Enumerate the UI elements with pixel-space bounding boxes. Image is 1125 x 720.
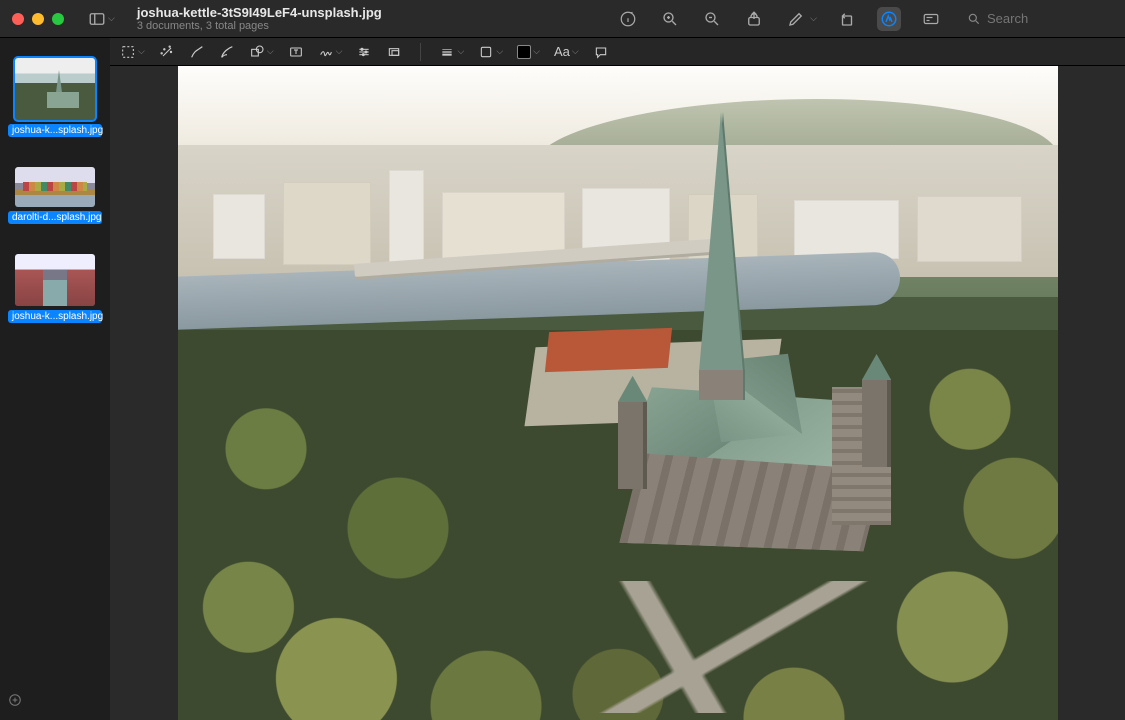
share-button[interactable] [742, 7, 766, 31]
chevron-down-icon: ⌵ [496, 46, 503, 57]
title-block: joshua-kettle-3tS9I49LeF4-unsplash.jpg 3… [137, 5, 382, 32]
thumbnail-label: joshua-k...splash.jpg [8, 124, 102, 137]
pencil-icon [189, 44, 205, 60]
zoom-out-icon [703, 10, 721, 28]
share-icon [745, 10, 763, 28]
info-icon [619, 10, 637, 28]
text-button[interactable] [288, 42, 304, 62]
sidebar-icon [88, 10, 106, 28]
search-icon [967, 12, 981, 26]
shapes-button[interactable]: ⌵ [249, 42, 274, 62]
search-field[interactable] [961, 9, 1113, 28]
border-icon [478, 44, 494, 60]
adjust-size-button[interactable] [386, 42, 402, 62]
content-area [0, 66, 1125, 720]
minimize-window-button[interactable] [32, 13, 44, 25]
shapes-icon [249, 44, 265, 60]
markup-toolbar: ⌵ ⌵ ⌵ ⌵ ⌵ ⌵ Aa ⌵ [110, 38, 1125, 66]
form-icon [922, 10, 940, 28]
add-page-button[interactable] [8, 693, 22, 712]
selection-tool-button[interactable]: ⌵ [120, 42, 145, 62]
chevron-down-icon: ⌵ [336, 46, 343, 57]
chevron-down-icon: ⌵ [138, 46, 145, 57]
resize-icon [386, 44, 402, 60]
chevron-down-icon[interactable]: ⌵ [810, 13, 817, 24]
text-icon [288, 44, 304, 60]
fill-color-button[interactable]: ⌵ [517, 42, 540, 62]
search-input[interactable] [987, 11, 1107, 26]
markup-button[interactable] [877, 7, 901, 31]
info-button[interactable] [616, 7, 640, 31]
sidebar-toggle-button[interactable]: ⌵ [84, 6, 119, 32]
rotate-icon [838, 10, 856, 28]
thumbnail-label: darolti-d...splash.jpg [8, 211, 102, 224]
titlebar: ⌵ joshua-kettle-3tS9I49LeF4-unsplash.jpg… [0, 0, 1125, 38]
thumbnail-label: joshua-k...splash.jpg [8, 310, 102, 323]
zoom-in-icon [661, 10, 679, 28]
instant-alpha-button[interactable] [159, 42, 175, 62]
text-style-label: Aa [554, 44, 570, 59]
chevron-down-icon: ⌵ [533, 46, 540, 57]
signature-icon [318, 44, 334, 60]
document-title: joshua-kettle-3tS9I49LeF4-unsplash.jpg [137, 5, 382, 20]
sketch-button[interactable] [189, 42, 205, 62]
pencil-icon [787, 10, 805, 28]
chevron-down-icon: ⌵ [572, 46, 579, 57]
window-controls [12, 13, 64, 25]
selection-icon [120, 44, 136, 60]
line-weight-icon [439, 44, 455, 60]
thumbnail-image [15, 167, 95, 207]
plus-circle-icon [8, 693, 22, 707]
adjust-color-button[interactable] [356, 42, 372, 62]
wand-icon [159, 44, 175, 60]
speech-bubble-icon [593, 44, 609, 60]
annotate-button[interactable] [593, 42, 609, 62]
toolbar: ⌵ [616, 7, 1113, 31]
rotate-button[interactable] [835, 7, 859, 31]
pen-icon [219, 44, 235, 60]
thumbnail-item[interactable]: joshua-k...splash.jpg [8, 254, 102, 323]
document-subtitle: 3 documents, 3 total pages [137, 20, 382, 32]
thumbnail-image [15, 254, 95, 306]
border-color-button[interactable]: ⌵ [478, 42, 503, 62]
color-swatch [517, 45, 531, 59]
zoom-out-button[interactable] [700, 7, 724, 31]
maximize-window-button[interactable] [52, 13, 64, 25]
main-view[interactable] [110, 66, 1125, 720]
crop-button[interactable] [919, 7, 943, 31]
text-style-button[interactable]: Aa ⌵ [554, 42, 579, 62]
chevron-down-icon: ⌵ [267, 46, 274, 57]
sliders-icon [356, 44, 372, 60]
markup-icon [880, 10, 898, 28]
thumbnail-sidebar: joshua-k...splash.jpg darolti-d...splash… [0, 38, 110, 720]
thumbnail-item[interactable]: darolti-d...splash.jpg [8, 167, 102, 224]
chevron-down-icon: ⌵ [457, 46, 464, 57]
chevron-down-icon: ⌵ [108, 13, 115, 24]
thumbnail-item[interactable]: joshua-k...splash.jpg [8, 58, 102, 137]
draw-button[interactable] [219, 42, 235, 62]
highlight-button[interactable] [784, 7, 808, 31]
image-canvas [178, 66, 1058, 720]
shape-style-button[interactable]: ⌵ [439, 42, 464, 62]
zoom-in-button[interactable] [658, 7, 682, 31]
close-window-button[interactable] [12, 13, 24, 25]
sign-button[interactable]: ⌵ [318, 42, 343, 62]
thumbnail-image [15, 58, 95, 120]
